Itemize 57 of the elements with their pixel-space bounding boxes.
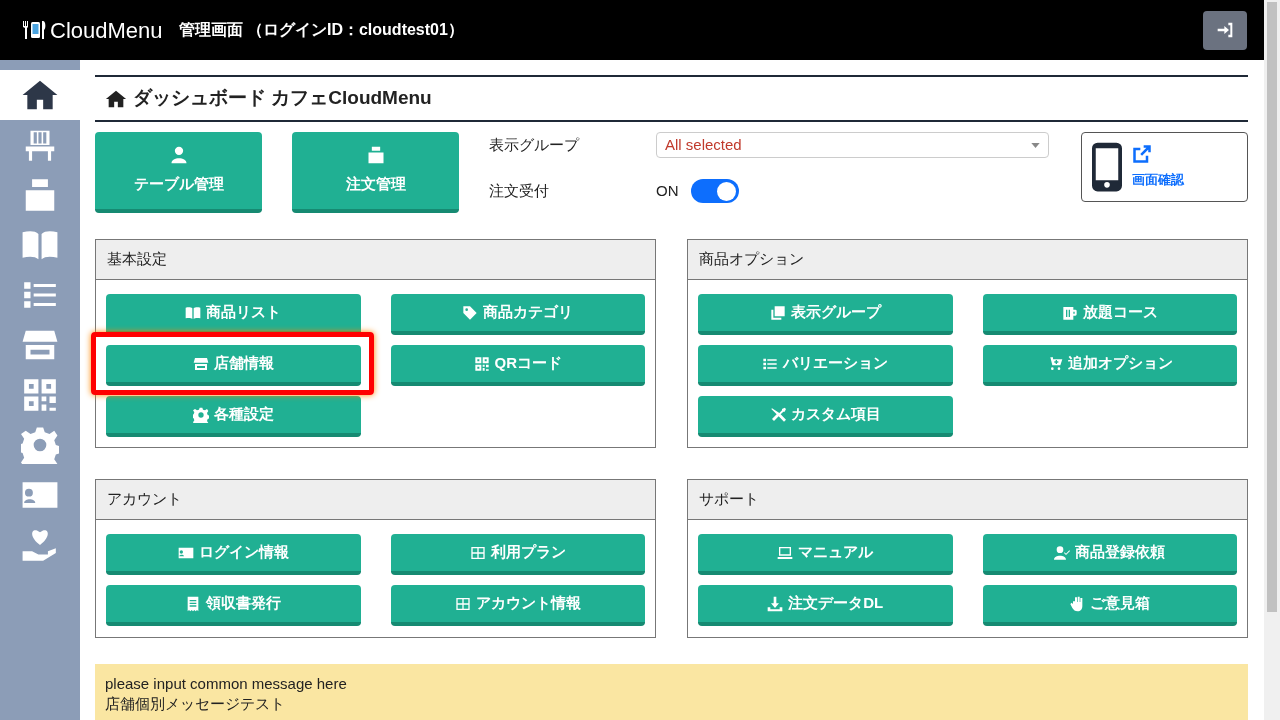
menu-button[interactable]: アカウント情報	[390, 585, 645, 626]
menu-button[interactable]: 店舗情報	[106, 345, 361, 386]
message-line: please input common message here	[105, 674, 348, 694]
settings-icon	[192, 406, 209, 423]
group-select[interactable]: All selected	[656, 132, 1049, 158]
smartphone-icon	[1092, 142, 1122, 192]
scrollbar[interactable]	[1264, 0, 1280, 720]
menu-button[interactable]: ログイン情報	[106, 534, 361, 575]
logout-button[interactable]	[1203, 10, 1247, 50]
menu-button[interactable]: 商品カテゴリ	[390, 294, 645, 335]
quick-nav-button[interactable]: 注文管理	[292, 132, 459, 213]
logout-icon	[1217, 22, 1233, 38]
menu-button[interactable]: 各種設定	[106, 396, 361, 437]
panel-title: アカウント	[107, 489, 182, 510]
panel-title: 商品オプション	[699, 249, 804, 270]
tag-icon	[462, 304, 479, 321]
menu-button[interactable]: カスタム項目	[698, 396, 953, 437]
dropdown-caret-icon	[1031, 142, 1040, 148]
menu-button[interactable]: 放題コース	[982, 294, 1237, 335]
menu-button[interactable]: 商品登録依頼	[982, 534, 1237, 575]
download-icon	[767, 595, 784, 612]
user-check-icon	[1054, 544, 1071, 561]
mug-icon	[1061, 304, 1078, 321]
menu-button[interactable]: バリエーション	[698, 345, 953, 386]
menu-button[interactable]: 追加オプション	[982, 345, 1237, 386]
field-label: 表示グループ	[489, 134, 581, 155]
qr-code-icon	[473, 355, 490, 372]
table-icon	[454, 595, 471, 612]
panel-title: サポート	[699, 489, 759, 510]
page-title: ダッシュボード カフェCloudMenu	[133, 86, 432, 111]
menu-button[interactable]: 注文データDL	[698, 585, 953, 626]
quick-nav-button[interactable]: テーブル管理	[95, 132, 262, 213]
book-icon	[185, 304, 202, 321]
settings-icon	[21, 426, 59, 464]
sidebar-item[interactable]	[0, 70, 80, 120]
store-icon	[192, 355, 209, 372]
menu-button[interactable]: ご意見箱	[982, 585, 1237, 626]
field-label: 注文受付	[489, 180, 550, 201]
header-title: 管理画面 （ログインID：cloudtest01）	[178, 20, 464, 40]
menu-button[interactable]: 領収書発行	[106, 585, 361, 626]
toggle-state-label: ON	[656, 180, 679, 201]
menu-button[interactable]: 表示グループ	[698, 294, 953, 335]
copy-icon	[769, 304, 786, 321]
table-icon	[469, 544, 486, 561]
brand-name: CloudMenu	[50, 16, 163, 45]
menu-button[interactable]: QRコード	[390, 345, 645, 386]
preview-button[interactable]: 画面確認	[1081, 132, 1248, 202]
external-link-icon	[1132, 144, 1152, 165]
panel-title: 基本設定	[107, 249, 167, 270]
menu-button[interactable]: 利用プラン	[390, 534, 645, 575]
order-toggle-switch[interactable]	[690, 179, 739, 203]
menu-button[interactable]: マニュアル	[698, 534, 953, 575]
laptop-icon	[777, 544, 794, 561]
message-line: 店舗個別メッセージテスト	[105, 694, 286, 714]
menu-button[interactable]: 商品リスト	[106, 294, 361, 335]
qr-code-icon	[21, 376, 59, 414]
logo-icon	[22, 20, 48, 40]
